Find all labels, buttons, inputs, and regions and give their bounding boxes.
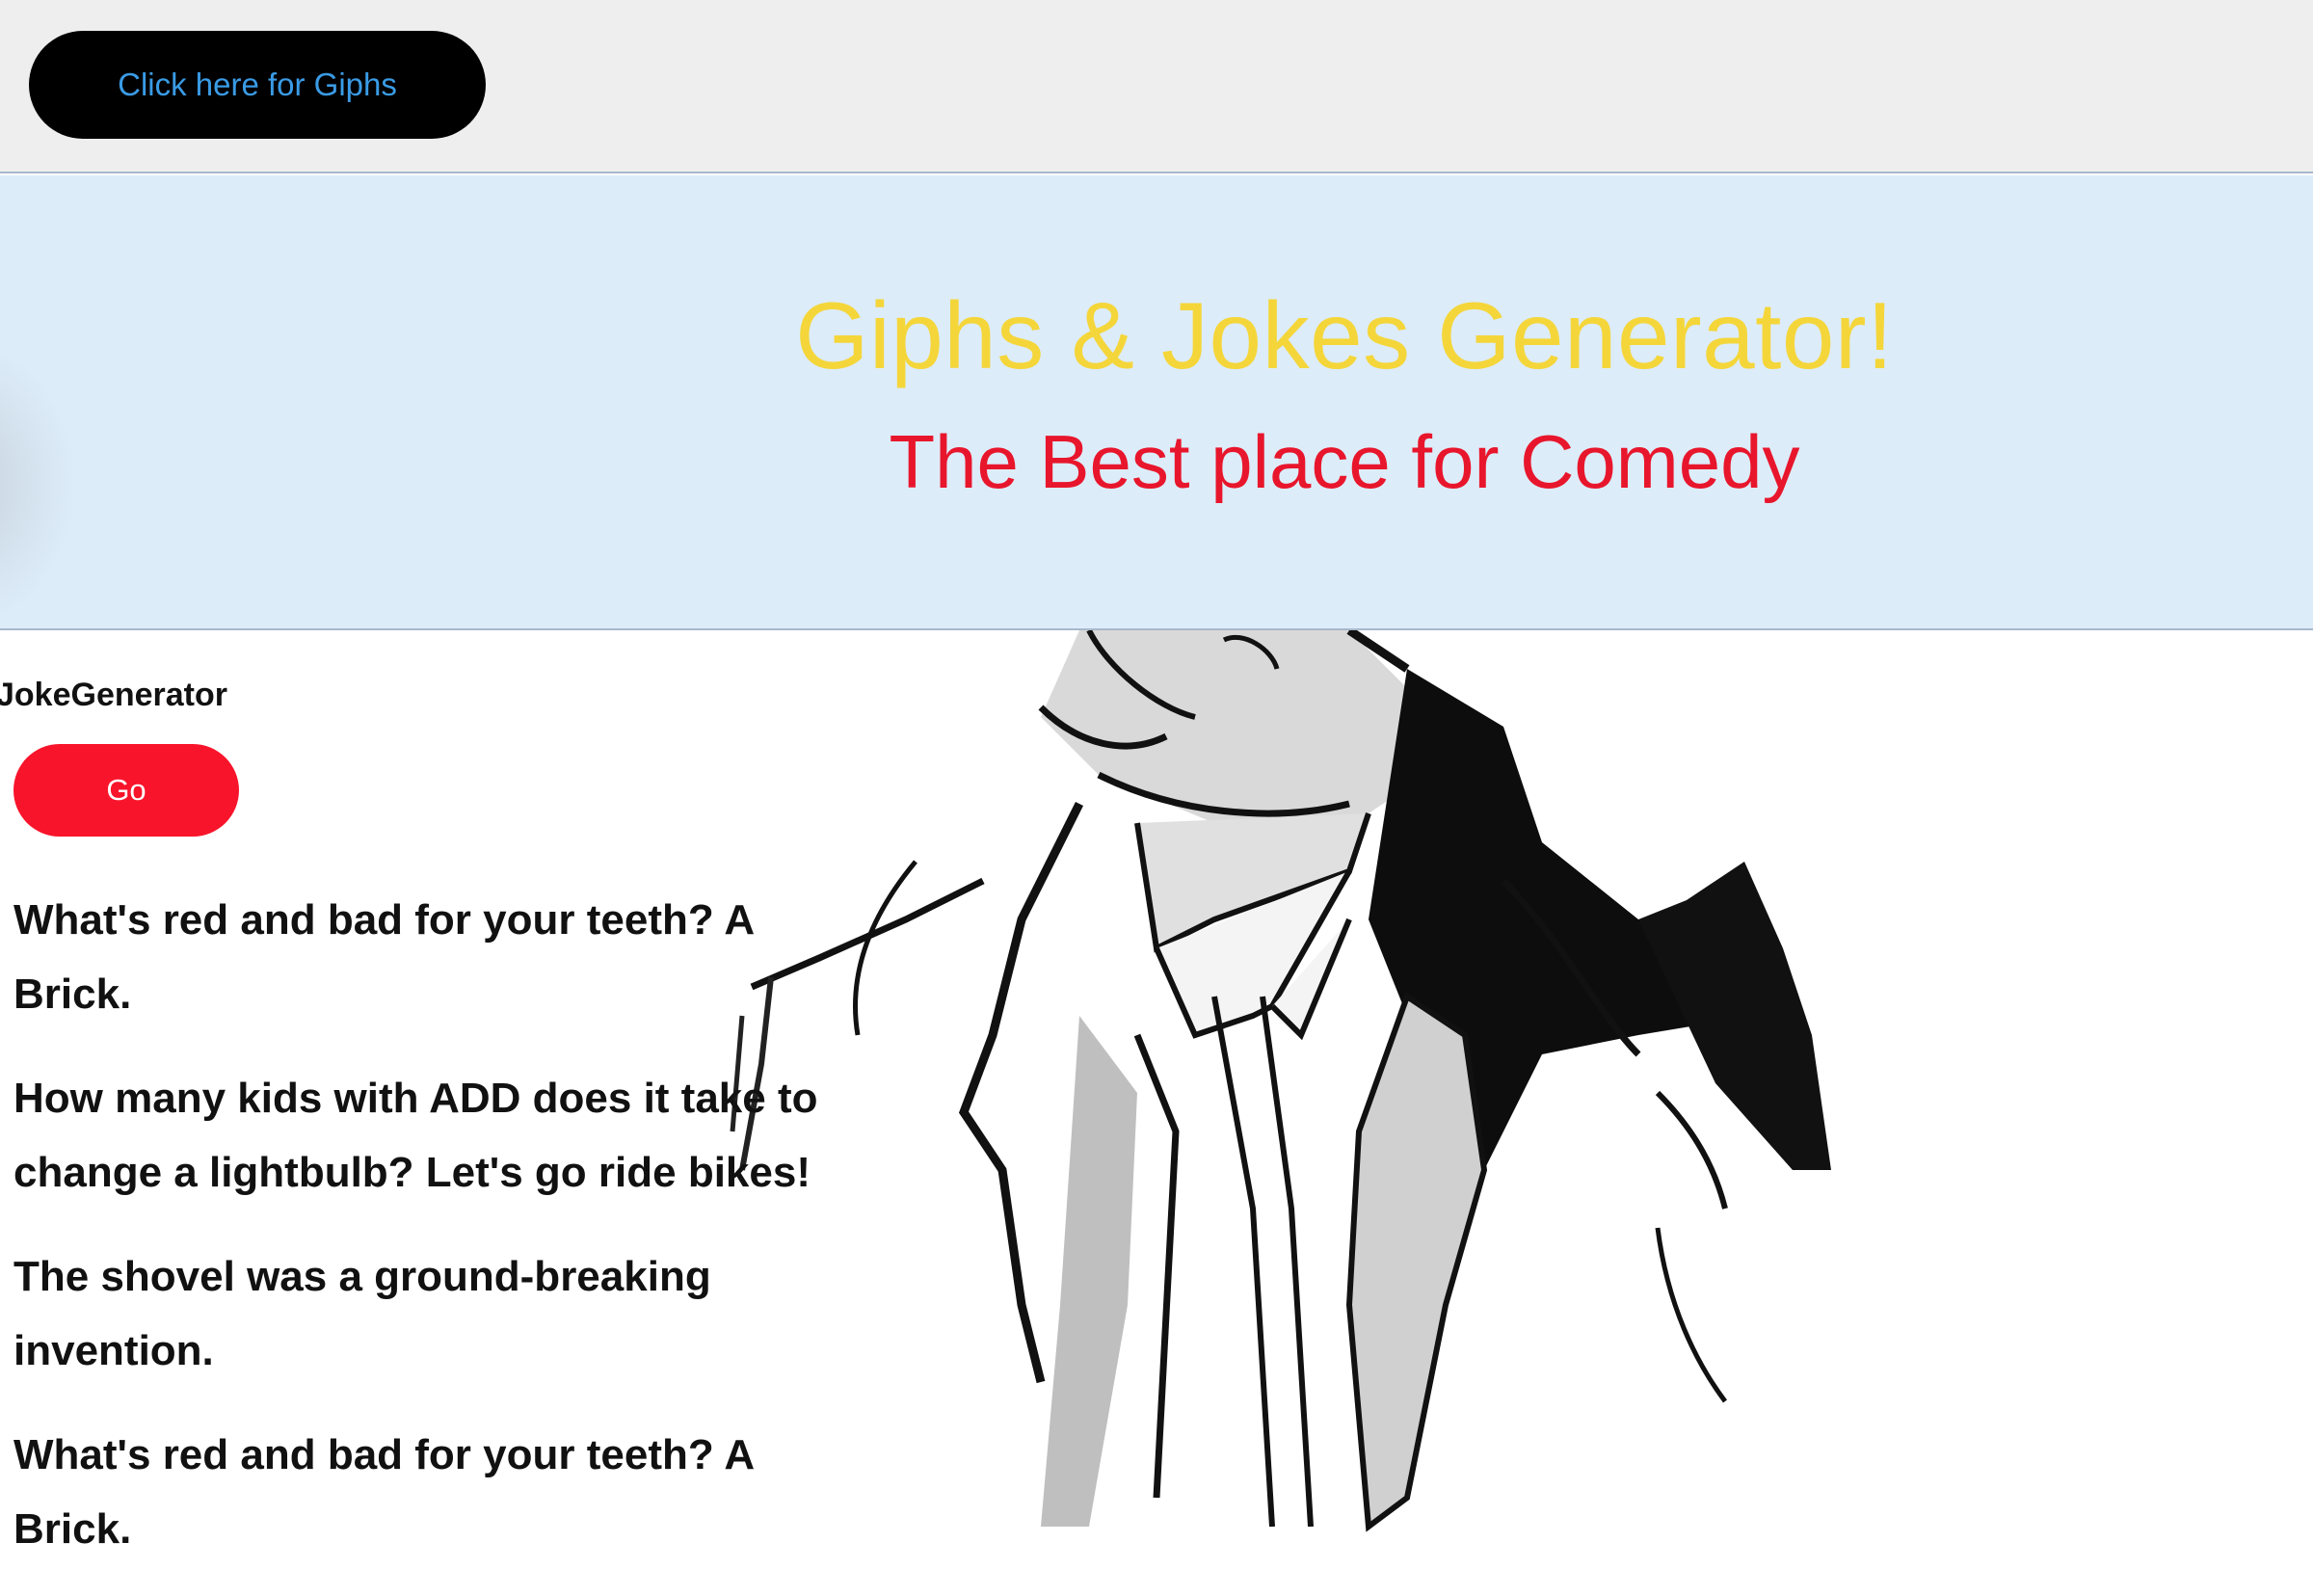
cartoon-man-illustration xyxy=(675,630,2313,1534)
top-bar: Click here for Giphs xyxy=(0,0,2313,173)
joke-item: The shovel was a ground-breaking inventi… xyxy=(13,1253,711,1374)
go-button[interactable]: Go xyxy=(13,744,239,837)
joke-item: How many kids with ADD does it take to c… xyxy=(13,1075,818,1196)
joke-item: What's red and bad for your teeth? A Bri… xyxy=(13,1431,754,1553)
giphs-button[interactable]: Click here for Giphs xyxy=(29,31,486,139)
page-title: Giphs & Jokes Generator! xyxy=(795,282,1894,388)
cartoon-man-drawing xyxy=(730,630,1831,1532)
page-subtitle: The Best place for Comedy xyxy=(889,419,1800,504)
joke-generator-label: JokeGenerator xyxy=(0,677,227,713)
hero-banner: Giphs & Jokes Generator! The Best place … xyxy=(0,175,2313,630)
joke-list: What's red and bad for your teeth? A Bri… xyxy=(13,883,862,1596)
joke-generator-section: JokeGenerator Go What's red and bad for … xyxy=(0,630,867,1553)
joke-item: What's red and bad for your teeth? A Bri… xyxy=(13,896,754,1018)
